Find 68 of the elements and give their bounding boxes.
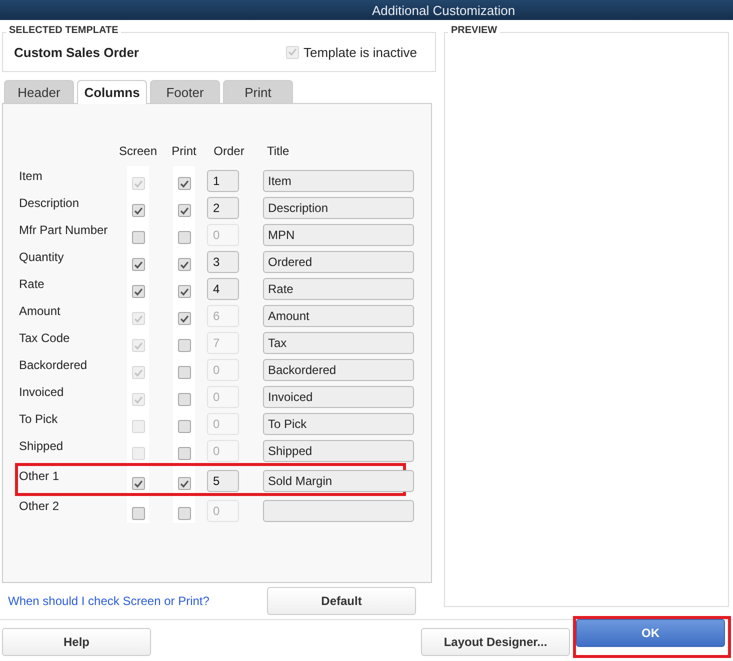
column-name: Mfr Part Number <box>19 222 109 237</box>
group-legend: PREVIEW <box>448 25 500 36</box>
title-field[interactable]: Description <box>263 196 414 218</box>
order-field[interactable]: 4 <box>207 278 239 300</box>
title-field[interactable]: Shipped <box>263 440 414 462</box>
screen-checkbox[interactable] <box>132 204 144 217</box>
order-field[interactable]: 3 <box>207 250 239 272</box>
order-field[interactable]: 5 <box>207 470 239 492</box>
column-name: Shipped <box>19 438 64 453</box>
dialog-button[interactable]: Layout Designer... <box>421 628 570 656</box>
column-header: Title <box>266 142 290 160</box>
column-name: Amount <box>19 303 62 318</box>
print-checkbox[interactable] <box>178 339 190 352</box>
title-field[interactable]: Tax <box>263 332 414 354</box>
title-field[interactable]: Ordered <box>263 250 414 272</box>
column-name: Quantity <box>19 249 65 264</box>
checkbox-label: Template is inactive <box>304 44 417 60</box>
screen-checkbox[interactable] <box>132 507 144 520</box>
print-checkbox[interactable] <box>178 366 190 379</box>
print-checkbox[interactable] <box>178 447 190 460</box>
tab[interactable]: Print <box>223 80 293 103</box>
title-field[interactable]: MPN <box>263 224 414 246</box>
dialog-button[interactable]: Help <box>2 628 151 656</box>
screen-checkbox[interactable] <box>132 231 144 244</box>
order-field[interactable]: 2 <box>207 196 239 218</box>
title-field[interactable]: Invoiced <box>263 386 414 408</box>
column-name: Other 2 <box>19 498 60 513</box>
tab[interactable]: Header <box>4 80 74 103</box>
print-checkbox[interactable] <box>178 177 190 190</box>
template-name: Custom Sales Order <box>14 44 139 60</box>
print-checkbox[interactable] <box>178 231 190 244</box>
tab[interactable]: Columns <box>77 80 147 104</box>
default-button[interactable]: Default <box>267 587 416 615</box>
column-name: To Pick <box>19 411 59 426</box>
window-title: Additional Customization <box>372 2 516 18</box>
title-field[interactable] <box>263 500 414 522</box>
column-name: Item <box>19 168 44 183</box>
screen-checkbox[interactable] <box>132 285 144 298</box>
column-name: Tax Code <box>19 330 71 345</box>
print-checkbox[interactable] <box>178 393 190 406</box>
print-checkbox[interactable] <box>178 477 190 490</box>
help-link[interactable]: When should I check Screen or Print? <box>8 594 210 608</box>
column-header: Screen <box>118 142 158 160</box>
print-checkbox[interactable] <box>178 258 190 271</box>
title-field[interactable]: To Pick <box>263 412 414 434</box>
print-checkbox[interactable] <box>178 507 190 520</box>
column-name: Backordered <box>19 357 88 372</box>
print-checkbox[interactable] <box>178 420 190 433</box>
title-field[interactable]: Item <box>263 170 414 192</box>
title-field[interactable]: Backordered <box>263 358 414 380</box>
title-field[interactable]: Amount <box>263 304 414 326</box>
column-header: Print <box>170 142 198 160</box>
column-name: Description <box>19 195 80 210</box>
order-field[interactable]: 1 <box>207 170 239 192</box>
print-checkbox[interactable] <box>178 312 190 325</box>
tab[interactable]: Footer <box>150 80 220 103</box>
column-header: Order <box>213 142 245 160</box>
title-field[interactable]: Sold Margin <box>263 470 414 492</box>
column-name: Invoiced <box>19 384 65 399</box>
screen-checkbox[interactable] <box>132 477 144 490</box>
screen-checkbox[interactable] <box>132 258 144 271</box>
title-field[interactable]: Rate <box>263 278 414 300</box>
group-legend: SELECTED TEMPLATE <box>6 25 122 36</box>
print-checkbox[interactable] <box>178 204 190 217</box>
column-name: Other 1 <box>19 468 60 483</box>
print-checkbox[interactable] <box>178 285 190 298</box>
column-name: Rate <box>19 276 46 291</box>
ok-button[interactable]: OK <box>576 619 725 647</box>
